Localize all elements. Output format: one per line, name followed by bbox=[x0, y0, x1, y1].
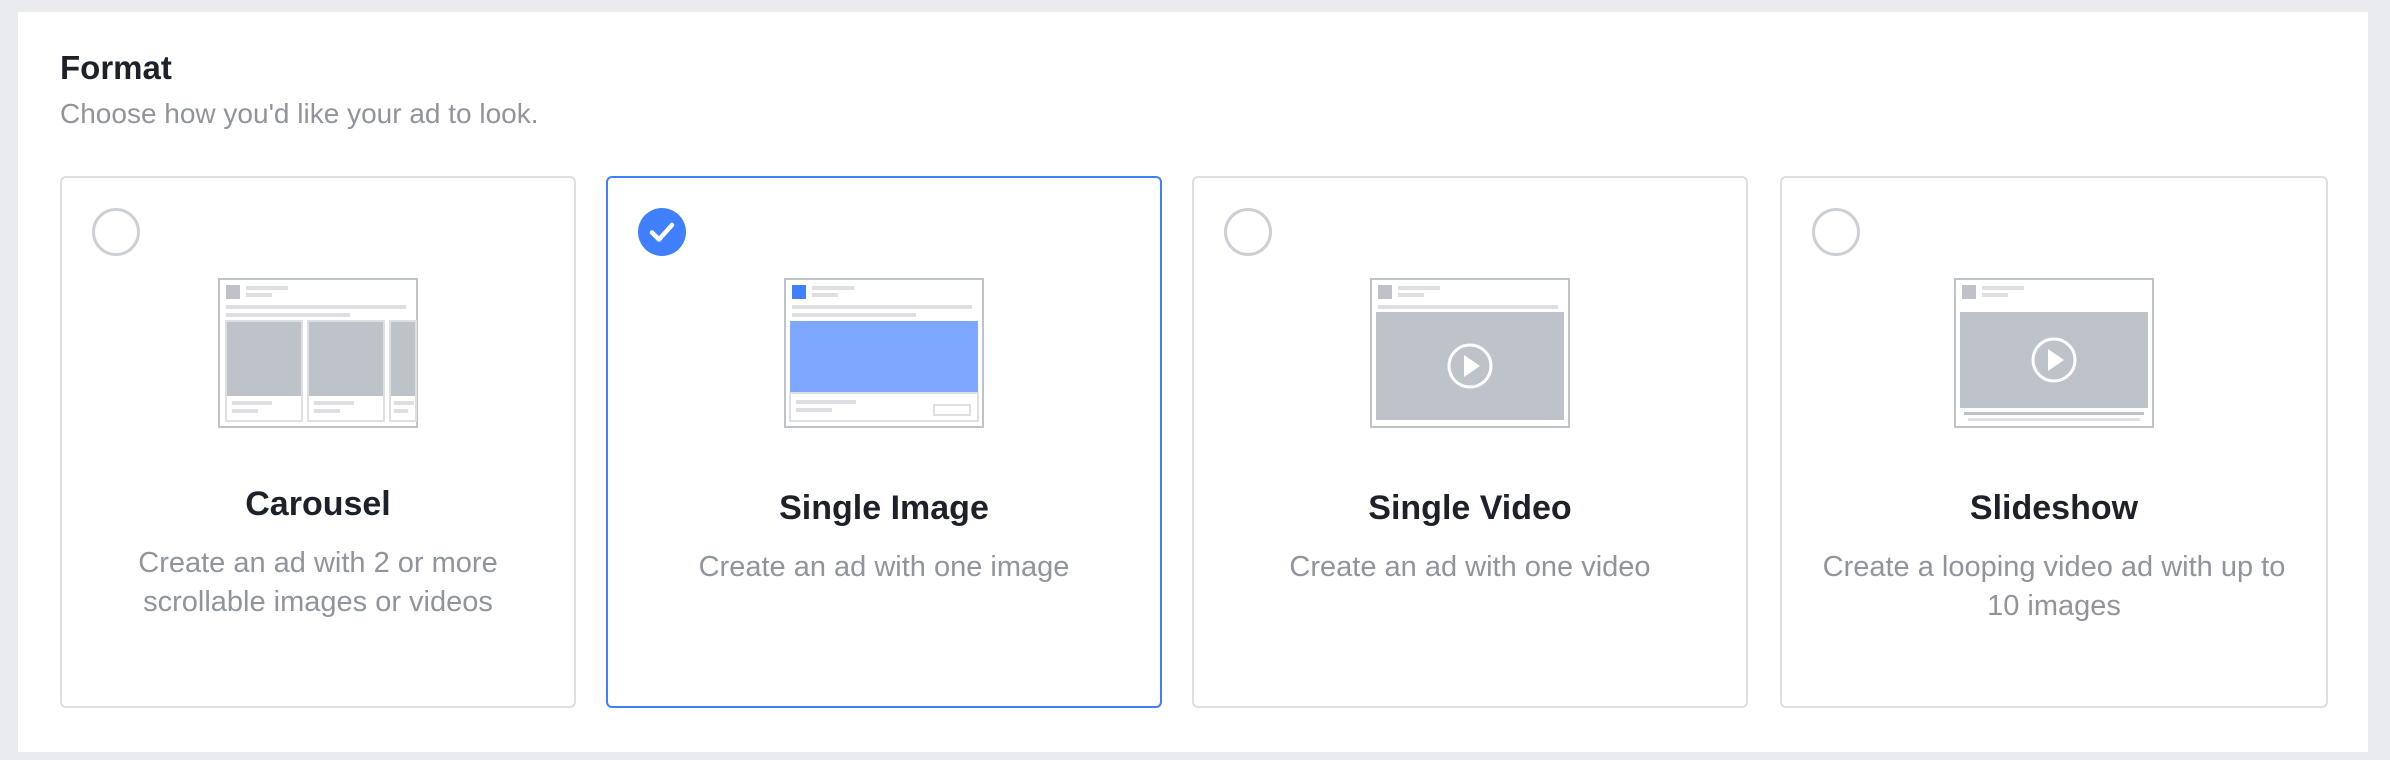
section-subtitle: Choose how you'd like your ad to look. bbox=[60, 98, 539, 129]
format-panel: Format Choose how you'd like your ad to … bbox=[18, 12, 2368, 752]
format-option-single-image[interactable]: Single Image Create an ad with one image bbox=[606, 176, 1162, 708]
radio-button-unchecked[interactable] bbox=[1224, 208, 1272, 256]
format-option-carousel[interactable]: Carousel Create an ad with 2 or more scr… bbox=[60, 176, 576, 708]
single-video-preview-icon bbox=[1370, 278, 1570, 428]
option-title: Single Video bbox=[1368, 489, 1572, 527]
radio-button-unchecked[interactable] bbox=[92, 208, 140, 256]
option-description: Create a looping video ad with up to 10 … bbox=[1822, 551, 2286, 623]
option-title: Single Image bbox=[779, 489, 989, 527]
single-image-preview-icon bbox=[784, 278, 984, 428]
checkmark-icon bbox=[649, 222, 675, 242]
format-option-single-video[interactable]: Single Video Create an ad with one video bbox=[1192, 176, 1748, 708]
format-option-slideshow[interactable]: Slideshow Create a looping video ad with… bbox=[1780, 176, 2328, 708]
option-title: Carousel bbox=[245, 485, 391, 523]
section-title: Format bbox=[60, 49, 172, 86]
radio-button-checked[interactable] bbox=[638, 208, 686, 256]
option-description: Create an ad with 2 or more scrollable i… bbox=[138, 547, 498, 619]
radio-button-unchecked[interactable] bbox=[1812, 208, 1860, 256]
option-description: Create an ad with one video bbox=[1289, 551, 1651, 583]
option-title: Slideshow bbox=[1969, 489, 2139, 527]
carousel-preview-icon bbox=[218, 278, 418, 428]
option-description: Create an ad with one image bbox=[698, 551, 1070, 583]
slideshow-preview-icon bbox=[1954, 278, 2154, 428]
